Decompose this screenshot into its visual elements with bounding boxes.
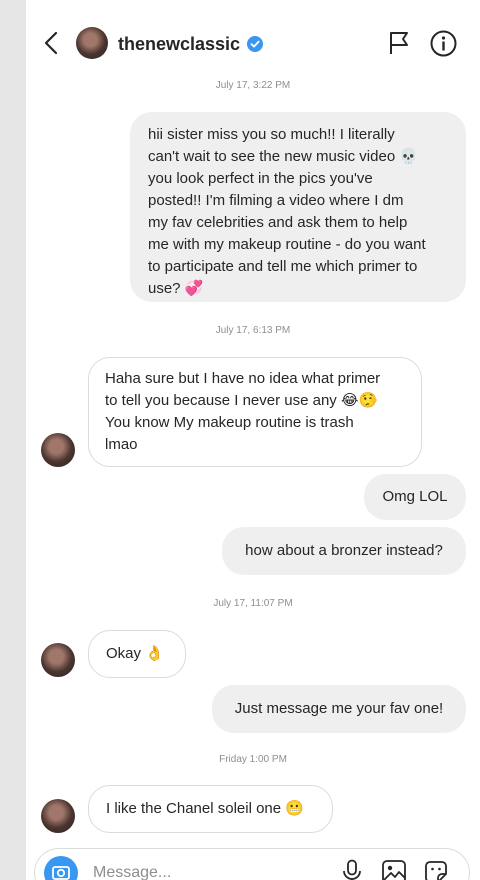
message-line: Okay 👌 [106, 645, 164, 662]
sender-avatar[interactable] [41, 643, 75, 677]
message-composer: Message... [34, 848, 470, 880]
camera-icon[interactable] [44, 856, 78, 880]
message-bubble-incoming[interactable]: Haha sure but I have no idea what primer… [88, 357, 422, 467]
left-edge [0, 0, 26, 880]
message-line: me with my makeup routine - do you want [148, 236, 426, 253]
message-line: posted!! I'm filming a video where I dm [148, 192, 404, 209]
message-line: to tell you because I never use any 😂🤥 [105, 392, 378, 409]
timestamp: July 17, 6:13 PM [215, 325, 291, 336]
message-bubble-outgoing[interactable]: hii sister miss you so much!! I literall… [130, 112, 466, 302]
sticker-icon[interactable] [423, 859, 449, 880]
message-input[interactable]: Message... [93, 864, 171, 880]
message-bubble-outgoing[interactable]: Just message me your fav one! [212, 685, 466, 733]
message-line: use? 💞 [148, 280, 204, 297]
message-line: You know My makeup routine is trash [105, 414, 354, 431]
verified-badge-icon [247, 36, 263, 52]
message-line: lmao [105, 436, 138, 453]
back-chevron-icon[interactable] [40, 29, 64, 57]
flag-icon[interactable] [388, 31, 410, 55]
message-line: Haha sure but I have no idea what primer [105, 370, 381, 387]
thread-header: thenewclassic [26, 0, 480, 82]
sender-avatar[interactable] [41, 799, 75, 833]
microphone-icon[interactable] [341, 859, 363, 880]
sender-avatar[interactable] [41, 433, 75, 467]
message-line: I like the Chanel soleil one 😬 [106, 800, 304, 817]
profile-avatar[interactable] [76, 27, 108, 59]
dm-thread-screen: thenewclassic July 17, 3:22 PM hii siste… [26, 0, 480, 880]
message-line: Omg LOL [382, 488, 448, 505]
message-bubble-incoming[interactable]: I like the Chanel soleil one 😬 [88, 785, 333, 833]
message-bubble-incoming[interactable]: Okay 👌 [88, 630, 186, 678]
message-bubble-outgoing[interactable]: how about a bronzer instead? [222, 527, 466, 575]
message-line: hii sister miss you so much!! I literall… [148, 126, 395, 143]
gallery-icon[interactable] [381, 859, 407, 880]
message-line: how about a bronzer instead? [245, 542, 443, 559]
message-line: can't wait to see the new music video 💀 [148, 148, 418, 165]
timestamp: Friday 1:00 PM [219, 754, 287, 765]
message-bubble-outgoing[interactable]: Omg LOL [364, 474, 466, 520]
message-line: Just message me your fav one! [234, 700, 444, 717]
thread-username[interactable]: thenewclassic [118, 34, 240, 55]
timestamp: July 17, 11:07 PM [213, 598, 293, 609]
message-line: you look perfect in the pics you've [148, 170, 373, 187]
info-icon[interactable] [430, 30, 457, 57]
message-line: my fav celebrities and ask them to help [148, 214, 408, 231]
message-line: to participate and tell me which primer … [148, 258, 418, 275]
timestamp: July 17, 3:22 PM [215, 80, 291, 91]
